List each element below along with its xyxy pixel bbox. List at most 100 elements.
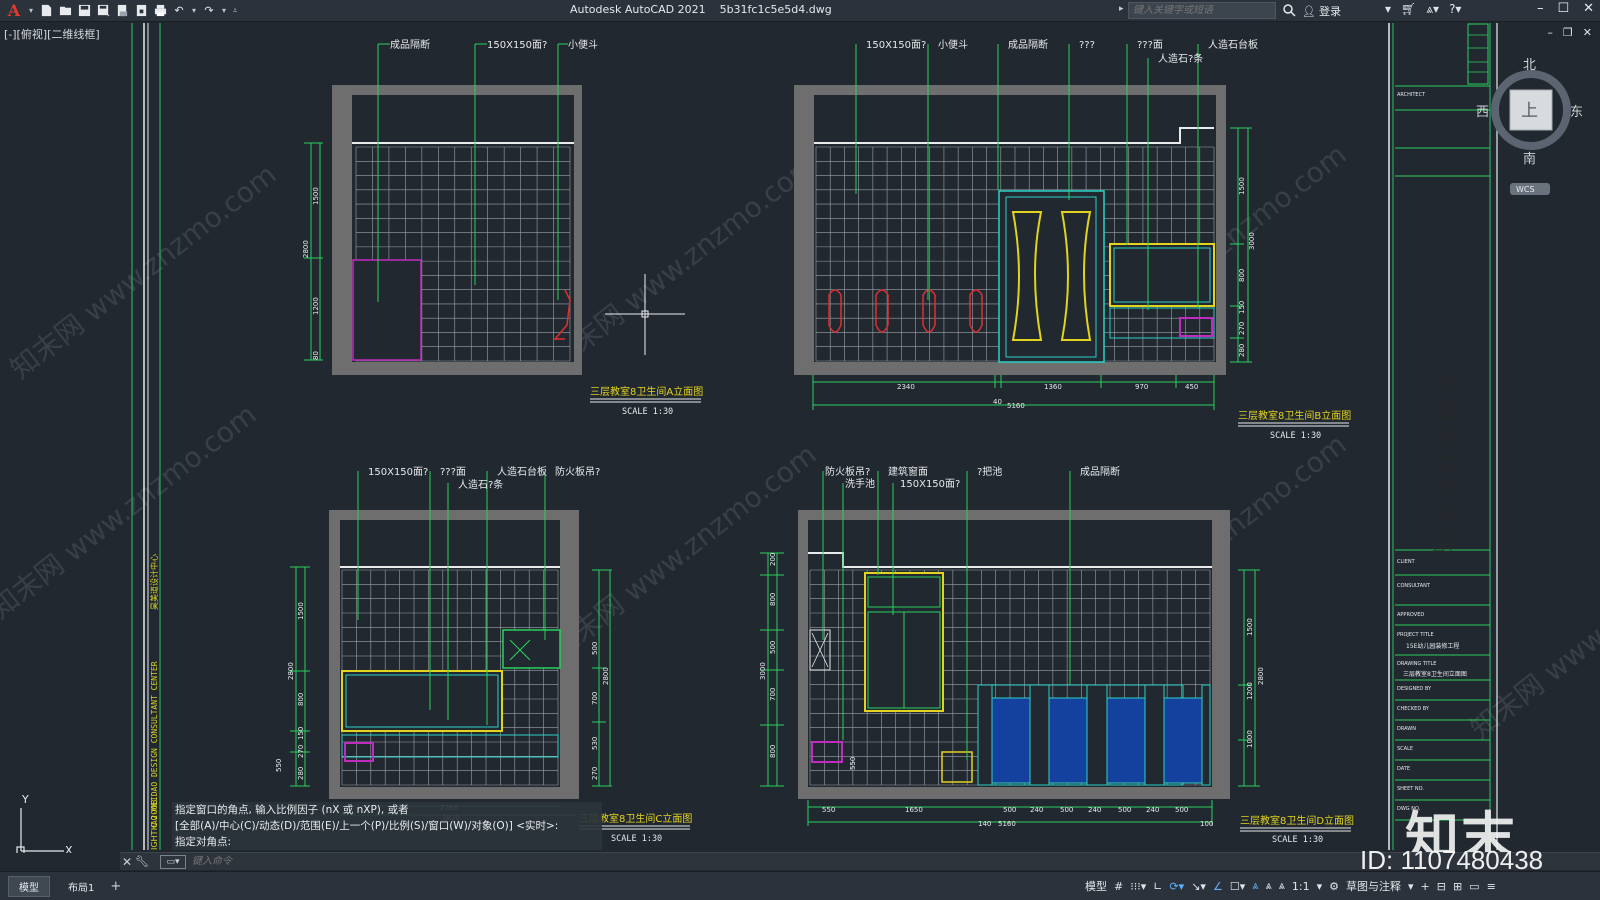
autoscale-icon[interactable]: ⩓ — [1265, 879, 1271, 893]
watermark-text: 知末网 www.znzmo.com — [1464, 518, 1600, 746]
viewcube-top-label: 上 — [1521, 101, 1538, 121]
login-caret-icon[interactable]: ▾ — [1385, 2, 1391, 17]
minimize-icon[interactable]: – — [1537, 1, 1544, 16]
window-title: Autodesk AutoCAD 2021 5b31fc1c5e5d4.dwg — [570, 3, 832, 16]
drawing-viewport[interactable]: 知末网 www.znzmo.com 知末网 www.znzmo.com 知末网 … — [0, 23, 1600, 853]
object-snap-tracking-icon[interactable]: ∠ — [1213, 880, 1223, 893]
viewport-close-icon[interactable]: ✕ — [1583, 26, 1592, 39]
dimension-text: 150 — [297, 727, 305, 740]
callout-label: 建筑窗面 — [888, 465, 928, 478]
maximize-icon[interactable]: ☐ — [1557, 1, 1569, 16]
command-history: 指定窗口的角点, 输入比例因子 (nX 或 nXP), 或者 [全部(A)/中心… — [172, 802, 602, 850]
undo-icon[interactable]: ↶ — [171, 3, 187, 19]
scale-caret-icon[interactable]: ▾ — [1317, 880, 1323, 893]
units-icon[interactable]: ⊟ — [1437, 880, 1446, 893]
dimension-text: 280 — [1238, 344, 1246, 357]
autocad-logo-icon[interactable]: A — [4, 1, 24, 20]
cart-icon[interactable]: 🛒︎ — [1401, 2, 1416, 17]
project-title: 15E幼儿园装修工程 — [1406, 642, 1459, 650]
workspace-caret-icon[interactable]: ▾ — [1408, 880, 1414, 893]
ortho-icon[interactable]: ∟ — [1153, 880, 1162, 893]
viewport-controls-label[interactable]: [-][俯视][二维线框] — [4, 26, 100, 42]
dimension-text: 450 — [1185, 383, 1198, 391]
new-file-icon[interactable] — [38, 3, 54, 19]
snap-icon[interactable]: ⁝⁝⁝▾ — [1130, 880, 1146, 893]
annotation-monitor-icon[interactable]: + — [1421, 880, 1430, 893]
recent-commands-icon[interactable]: ▭▾ — [160, 854, 186, 869]
close-icon[interactable]: ✕ — [120, 855, 134, 869]
scale-label: SCALE 1:30 — [611, 834, 662, 844]
customize-wrench-icon[interactable]: 🔧︎ — [134, 855, 150, 868]
close-icon[interactable]: ✕ — [1583, 1, 1594, 16]
annotation-scale-icon[interactable]: ⩓ — [1279, 879, 1285, 893]
dimension-text: 1200 — [312, 297, 320, 315]
grid-icon[interactable]: # — [1114, 880, 1123, 893]
isodraft-icon[interactable]: ↘▾ — [1191, 880, 1206, 893]
dimension-text: 2800 — [302, 240, 310, 258]
clean-screen-icon[interactable]: ▭ — [1469, 880, 1479, 893]
watermark-text: 知末网 www.znzmo.com — [544, 148, 823, 376]
polar-tracking-icon[interactable]: ⟳▾ — [1169, 880, 1184, 893]
elevation-a[interactable]: 成品隔断 150X150面? 小便斗 1500 2800 1200 80 三层教… — [302, 38, 703, 417]
svg-text:PROJECT TITLE: PROJECT TITLE — [1397, 632, 1434, 638]
autodesk-a360-icon[interactable]: ⩓▾ — [1426, 2, 1439, 17]
brand-url-text: http://jz12345432.taobao.com — [1407, 372, 1417, 509]
dimension-text: 550 — [275, 759, 283, 772]
customize-qat-icon[interactable]: ⩡ — [231, 6, 239, 16]
brand-vertical-text: 形意素材软件站 — [1428, 372, 1458, 554]
viewcube-north-label: 北 — [1523, 58, 1536, 73]
callout-label: ??? — [1079, 40, 1095, 51]
search-icon[interactable] — [1282, 3, 1296, 17]
save-icon[interactable] — [76, 3, 92, 19]
save-as-icon[interactable] — [95, 3, 111, 19]
annotation-scale-value[interactable]: 1:1 — [1292, 880, 1310, 893]
command-input[interactable] — [192, 853, 1292, 870]
dimension-text: 1500 — [1246, 618, 1254, 636]
elevation-b[interactable]: 150X150面? 小便斗 成品隔断 ??? ???面 人造石?条 人造石台板 … — [794, 38, 1351, 441]
viewport-minimize-icon[interactable]: – — [1547, 26, 1553, 39]
sign-in-button[interactable]: 👤︎ 登录 — [1302, 3, 1341, 19]
callout-label: 防火板吊? — [825, 465, 870, 478]
search-expand-icon[interactable]: ▸ — [1119, 4, 1124, 14]
dimension-text: 5160 — [1007, 402, 1025, 410]
dimension-text: 240 — [1088, 806, 1101, 814]
callout-label: 人造石?条 — [458, 478, 503, 491]
viewport-restore-icon[interactable]: ❐ — [1563, 26, 1573, 39]
object-snap-icon[interactable]: ☐▾ — [1230, 880, 1245, 893]
elevation-c[interactable]: 150X150面? ???面 人造石台板 防火板吊? 人造石?条 1500 28… — [275, 465, 692, 844]
callout-label: 150X150面? — [487, 40, 547, 51]
user-icon: 👤︎ — [1302, 4, 1316, 18]
dimension-text: 500 — [769, 641, 777, 654]
app-menu-caret-icon[interactable]: ▾ — [27, 6, 35, 15]
drawing-frame-left: HAO-MEIDAO DESIGN CONSULTANT CENTER 昊美道设… — [131, 23, 161, 850]
redo-icon[interactable]: ↷ — [201, 3, 217, 19]
drawing-name: 三层教室8卫生间立面图 — [1403, 670, 1467, 678]
workspace-switch[interactable]: 草图与注释 — [1346, 878, 1401, 894]
plot-printer-icon[interactable] — [152, 3, 168, 19]
add-layout-icon[interactable]: + — [110, 879, 121, 894]
workspace-gear-icon[interactable]: ⚙ — [1329, 880, 1339, 893]
callout-label: 成品隔断 — [390, 38, 430, 51]
open-folder-icon[interactable] — [57, 3, 73, 19]
model-space-button[interactable]: 模型 — [1085, 878, 1107, 894]
callout-label: 人造石台板 — [1208, 38, 1258, 51]
help-search-input[interactable] — [1128, 2, 1276, 19]
title-bar-tools: ▾ 🛒︎ ⩓▾ ?▾ — [1385, 2, 1461, 17]
watermark-text: 知末网 www.znzmo.com — [0, 398, 263, 626]
redo-caret-icon[interactable]: ▾ — [220, 6, 228, 15]
tab-model[interactable]: 模型 — [8, 875, 50, 897]
viewcube[interactable]: 上 北 南 西 东 WCS — [1476, 58, 1583, 195]
dimension-text: 3000 — [759, 662, 767, 680]
save-web-icon[interactable] — [133, 3, 149, 19]
undo-caret-icon[interactable]: ▾ — [190, 6, 198, 15]
customization-menu-icon[interactable]: ≡ — [1487, 880, 1496, 893]
open-web-icon[interactable] — [114, 3, 130, 19]
svg-text:DRAWING TITLE: DRAWING TITLE — [1397, 661, 1436, 667]
help-icon[interactable]: ?▾ — [1449, 2, 1461, 17]
annotation-visibility-icon[interactable]: ⩓ — [1252, 879, 1258, 893]
drawing-canvas[interactable]: 知末网 www.znzmo.com 知末网 www.znzmo.com 知末网 … — [0, 23, 1600, 853]
dimension-text: 500 — [1118, 806, 1131, 814]
tab-layout1[interactable]: 布局1 — [58, 877, 104, 896]
quick-properties-icon[interactable]: ⊞ — [1453, 880, 1462, 893]
dimension-text: 1500 — [1238, 177, 1246, 195]
